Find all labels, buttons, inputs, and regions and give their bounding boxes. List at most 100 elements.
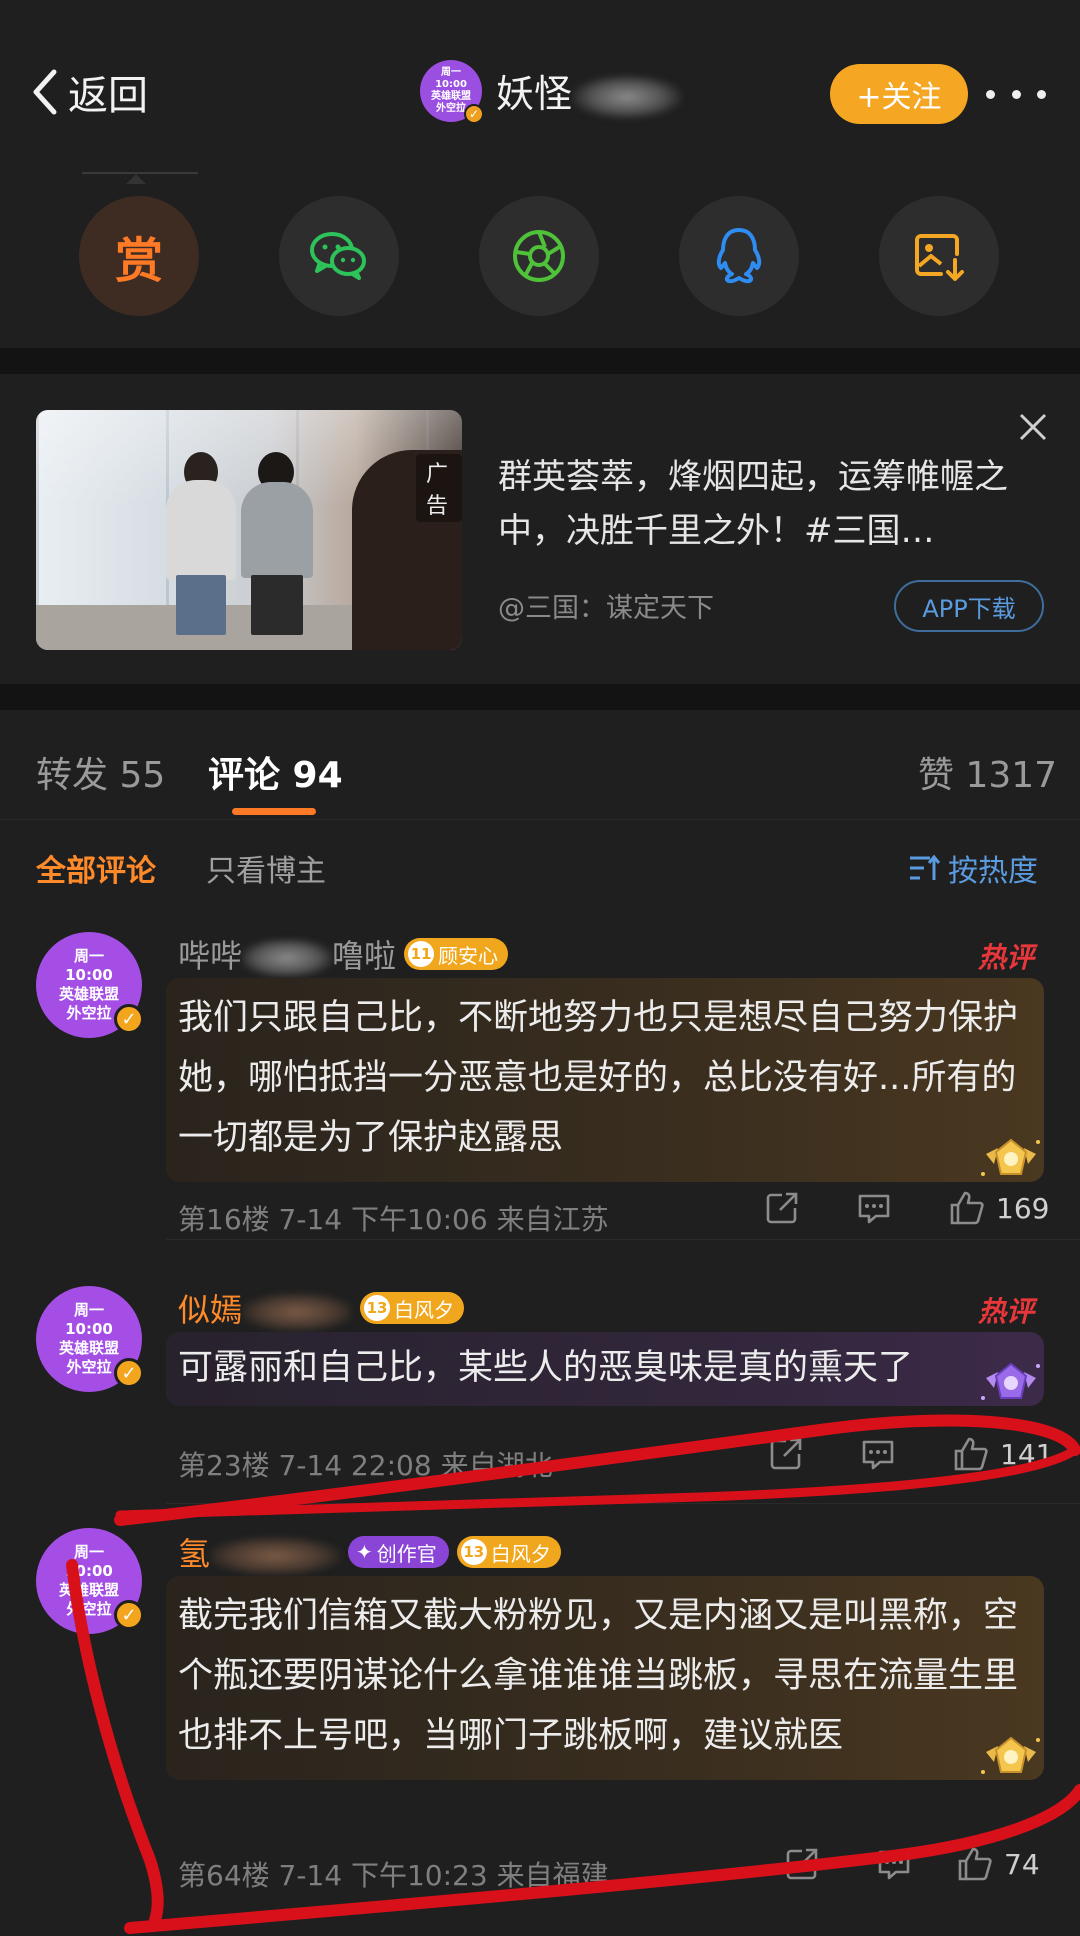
wechat-share-button[interactable] <box>279 196 399 316</box>
comment-text: 截完我们信箱又截大粉粉见，又是内涵又是叫黑称，空个瓶还要阴谋论什么拿谁谁谁当跳板… <box>178 1596 1019 1756</box>
like-button[interactable]: 169 <box>948 1190 1049 1226</box>
thumbs-up-icon <box>954 1437 988 1471</box>
comment-item[interactable]: 周一 10:00 英雄联盟 外空拉 ✓ 哔哔 噜啦 11 顾安心 热评 我们只跟自己… <box>0 910 1080 1240</box>
like-count: 141 <box>1000 1437 1054 1471</box>
follow-button[interactable]: +关注 <box>830 64 968 124</box>
creator-badge-label: 创作官 <box>376 1541 437 1566</box>
back-button[interactable]: 返回 <box>28 62 148 122</box>
avatar-text: 外空拉 <box>66 1004 112 1022</box>
reply-comment-icon[interactable] <box>856 1190 948 1226</box>
share-comment-icon[interactable] <box>784 1846 876 1882</box>
moments-aperture-icon <box>513 230 565 282</box>
sort-by-hot-button[interactable]: 按热度 <box>908 846 1038 890</box>
purple-medal-icon <box>981 1362 1040 1400</box>
qq-share-button[interactable] <box>679 196 799 316</box>
section-gap <box>0 684 1080 710</box>
ad-tag: 广告 <box>416 454 462 522</box>
more-options-icon[interactable] <box>986 74 1046 114</box>
moments-share-button[interactable] <box>479 196 599 316</box>
author-avatar[interactable]: 周一 10:00 英雄联盟 外空拉 ✓ <box>420 60 484 124</box>
reward-label: 赏 <box>114 233 163 289</box>
fan-badge[interactable]: 13 白风夕 <box>456 1536 561 1568</box>
redaction-blur <box>572 74 683 119</box>
comment-text: 我们只跟自己比，不断地努力也只是想尽自己努力保护她，哪怕抵挡一分恶意也是好的，总… <box>178 998 1019 1158</box>
commenter-name-text: 氢 <box>178 1535 211 1573</box>
ad-title[interactable]: 群英荟萃，烽烟四起，运筹帷幄之中，决胜千里之外！#三国… <box>498 450 1038 558</box>
like-button[interactable]: 74 <box>956 1846 1040 1882</box>
commenter-name[interactable]: 氢 <box>178 1529 341 1575</box>
commenter-name-text: 哔哔 <box>178 937 243 975</box>
commenter-name[interactable]: 哔哔 噜啦 <box>178 931 396 977</box>
fan-badge[interactable]: 11 顾安心 <box>404 938 509 970</box>
commenter-avatar[interactable]: 周一 10:00 英雄联盟 外空拉 ✓ <box>36 932 144 1038</box>
commenter-avatar[interactable]: 周一 10:00 英雄联盟 外空拉 ✓ <box>36 1286 144 1392</box>
commenter-header: 似嫣 13 白风夕 <box>178 1285 465 1331</box>
avatar-text: 外空拉 <box>66 1600 112 1618</box>
hot-comment-tag: 热评 <box>978 941 1035 974</box>
redaction-blur <box>242 1293 353 1331</box>
filter-host-only[interactable]: 只看博主 <box>206 846 326 890</box>
app-download-button[interactable]: APP下载 <box>894 580 1044 632</box>
section-gap <box>0 348 1080 374</box>
active-tab-indicator <box>232 808 316 815</box>
ad-card[interactable]: 广告 群英荟萃，烽烟四起，运筹帷幄之中，决胜千里之外！#三国… @三国：谋定天下… <box>0 374 1080 684</box>
filter-all-comments[interactable]: 全部评论 <box>36 846 156 890</box>
comment-bubble[interactable]: 可露丽和自己比，某些人的恶臭味是真的熏天了 <box>166 1332 1044 1406</box>
commenter-name-text: 似嫣 <box>178 1291 243 1329</box>
commenter-header: 哔哔 噜啦 11 顾安心 <box>178 931 509 977</box>
qq-penguin-icon <box>716 228 762 284</box>
tab-repost[interactable]: 转发 55 <box>36 746 165 798</box>
tab-comments[interactable]: 评论 94 <box>208 746 343 798</box>
comment-meta: 第16楼 7-14 下午10:06 来自江苏 <box>178 1203 609 1236</box>
author-name[interactable]: 妖怪 <box>496 63 683 119</box>
avatar-text: 英雄联盟 <box>58 1581 119 1599</box>
thumbs-up-icon <box>958 1847 992 1881</box>
like-button[interactable]: 141 <box>952 1436 1053 1472</box>
verified-icon: ✓ <box>464 104 484 124</box>
share-comment-icon[interactable] <box>768 1436 860 1472</box>
comment-bubble[interactable]: 我们只跟自己比，不断地努力也只是想尽自己努力保护她，哪怕抵挡一分恶意也是好的，总… <box>166 978 1044 1182</box>
creator-badge[interactable]: ✦ 创作官 <box>348 1536 449 1568</box>
fan-level: 11 <box>408 941 435 967</box>
verified-icon: ✓ <box>114 1004 144 1034</box>
commenter-avatar[interactable]: 周一 10:00 英雄联盟 外空拉 ✓ <box>36 1528 144 1634</box>
save-image-button[interactable] <box>879 196 999 316</box>
avatar-text: 周一 <box>73 1543 104 1561</box>
avatar-text: 外空拉 <box>66 1358 112 1376</box>
avatar-text: 英雄联盟 <box>58 985 119 1003</box>
sort-icon <box>910 854 940 880</box>
reward-button[interactable]: 赏 <box>79 196 199 316</box>
redaction-blur <box>242 939 333 977</box>
comment-item[interactable]: 周一 10:00 英雄联盟 外空拉 ✓ 氢 ✦ 创作官 13 白风夕 截完我们信箱又… <box>0 1504 1080 1936</box>
avatar-text: 周一 <box>73 1301 104 1319</box>
save-image-icon <box>915 234 964 281</box>
verified-icon: ✓ <box>114 1600 144 1630</box>
fan-badge-label: 白风夕 <box>490 1541 551 1566</box>
reply-comment-icon[interactable] <box>876 1846 956 1882</box>
ad-source[interactable]: @三国：谋定天下 <box>498 586 714 625</box>
wechat-icon <box>310 232 366 280</box>
comment-item[interactable]: 周一 10:00 英雄联盟 外空拉 ✓ 似嫣 13 白风夕 热评 可露丽和自己比，… <box>0 1240 1080 1504</box>
share-comment-icon[interactable] <box>764 1190 856 1226</box>
fan-badge[interactable]: 13 白风夕 <box>360 1292 465 1324</box>
redaction-blur <box>210 1537 341 1575</box>
close-icon[interactable] <box>1016 410 1050 444</box>
avatar-text: 周一 <box>73 947 104 965</box>
ad-image[interactable]: 广告 <box>36 410 462 650</box>
author-header[interactable]: 周一 10:00 英雄联盟 外空拉 ✓ 妖怪 <box>420 60 683 124</box>
tab-likes[interactable]: 赞 1317 <box>918 746 1057 798</box>
reply-comment-icon[interactable] <box>860 1436 952 1472</box>
comment-filter-bar: 全部评论 只看博主 按热度 <box>0 820 1080 910</box>
fan-level: 13 <box>460 1539 487 1565</box>
fan-level: 13 <box>364 1295 391 1321</box>
comment-bubble[interactable]: 截完我们信箱又截大粉粉见，又是内涵又是叫黑称，空个瓶还要阴谋论什么拿谁谁谁当跳板… <box>166 1576 1044 1780</box>
avatar-text: 10:00 <box>435 79 467 90</box>
commenter-name[interactable]: 似嫣 <box>178 1285 353 1331</box>
comment-actions: 74 <box>784 1846 1040 1882</box>
back-label: 返回 <box>68 73 148 119</box>
avatar-text: 10:00 <box>65 1562 113 1580</box>
fan-badge-label: 白风夕 <box>394 1297 455 1322</box>
share-section: 赏 <box>0 150 1080 348</box>
author-name-text: 妖怪 <box>496 72 573 117</box>
like-count: 74 <box>1004 1847 1040 1881</box>
